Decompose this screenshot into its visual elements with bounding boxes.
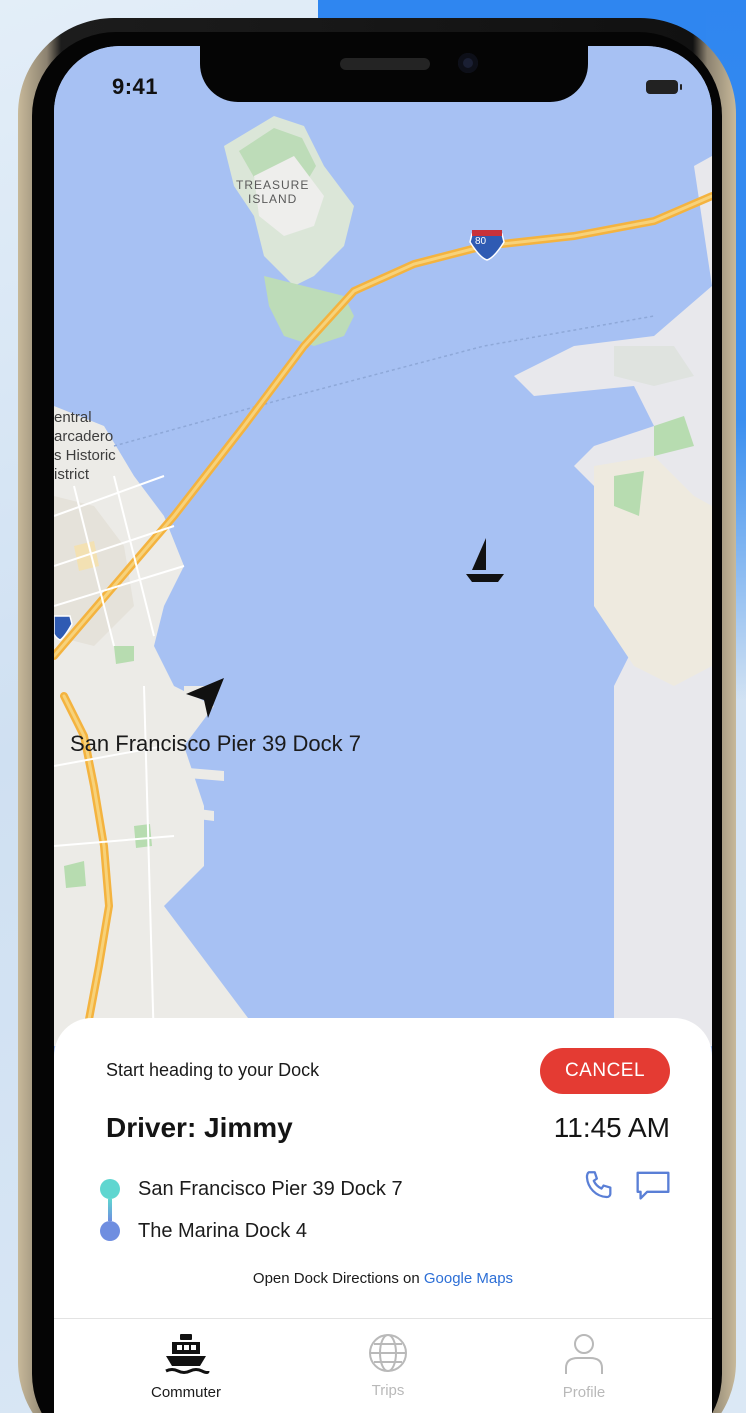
driver-name: Driver: Jimmy bbox=[106, 1112, 293, 1143]
open-directions-text: Open Dock Directions on Google Maps bbox=[54, 1270, 712, 1287]
cancel-button[interactable]: CANCEL bbox=[540, 1048, 670, 1094]
district-label-3: s Historic bbox=[54, 447, 116, 464]
trip-status-text: Start heading to your Dock bbox=[106, 1060, 320, 1080]
trip-sheet: Start heading to your Dock CANCEL Driver… bbox=[54, 1018, 712, 1413]
call-driver-phone-icon[interactable] bbox=[582, 1168, 616, 1202]
origin-dot-icon bbox=[100, 1179, 120, 1199]
globe-icon bbox=[369, 1334, 407, 1372]
tab-commuter-label: Commuter bbox=[150, 1384, 221, 1401]
destination-stop-name: The Marina Dock 4 bbox=[138, 1219, 307, 1242]
bottom-tab-bar: Commuter Trips Profile bbox=[54, 1320, 712, 1413]
destination-dot-icon bbox=[100, 1221, 120, 1241]
status-time: 9:41 bbox=[112, 74, 159, 99]
map-view[interactable]: TREASURE ISLAND 80 entral arcadero s His… bbox=[54, 46, 712, 1046]
stop-origin: San Francisco Pier 39 Dock 7 bbox=[100, 1168, 520, 1210]
district-label-2: arcadero bbox=[54, 428, 114, 445]
tabbar-divider bbox=[54, 1318, 712, 1319]
directions-prefix: Open Dock Directions on bbox=[252, 1270, 420, 1287]
app-screen: TREASURE ISLAND 80 entral arcadero s His… bbox=[54, 46, 712, 1413]
message-driver-chat-icon[interactable] bbox=[634, 1168, 672, 1204]
route-stops: San Francisco Pier 39 Dock 7 The Marina … bbox=[100, 1168, 520, 1252]
device-notch bbox=[200, 46, 588, 102]
front-camera bbox=[458, 53, 478, 73]
district-label-1: entral bbox=[54, 409, 92, 426]
map-canvas[interactable] bbox=[54, 46, 712, 1046]
district-label-4: istrict bbox=[54, 466, 89, 483]
person-icon bbox=[565, 1334, 603, 1374]
speaker-grille bbox=[340, 58, 430, 70]
tab-trips[interactable]: Trips bbox=[308, 1320, 468, 1399]
stop-destination: The Marina Dock 4 bbox=[100, 1210, 520, 1252]
tab-trips-label: Trips bbox=[371, 1382, 405, 1399]
eta-time: 11:45 AM bbox=[553, 1112, 670, 1143]
ferry-icon bbox=[165, 1334, 210, 1374]
tab-commuter[interactable]: Commuter bbox=[106, 1320, 266, 1401]
island-label: TREASURE ISLAND bbox=[236, 178, 310, 206]
dock-map-label: San Francisco Pier 39 Dock 7 bbox=[70, 731, 362, 756]
google-maps-link[interactable]: Google Maps bbox=[424, 1270, 513, 1287]
origin-stop-name: San Francisco Pier 39 Dock 7 bbox=[138, 1177, 403, 1200]
shield-80-label: 80 bbox=[475, 236, 487, 247]
tab-profile[interactable]: Profile bbox=[504, 1320, 664, 1401]
tab-profile-label: Profile bbox=[562, 1384, 606, 1401]
battery-icon bbox=[646, 80, 682, 94]
